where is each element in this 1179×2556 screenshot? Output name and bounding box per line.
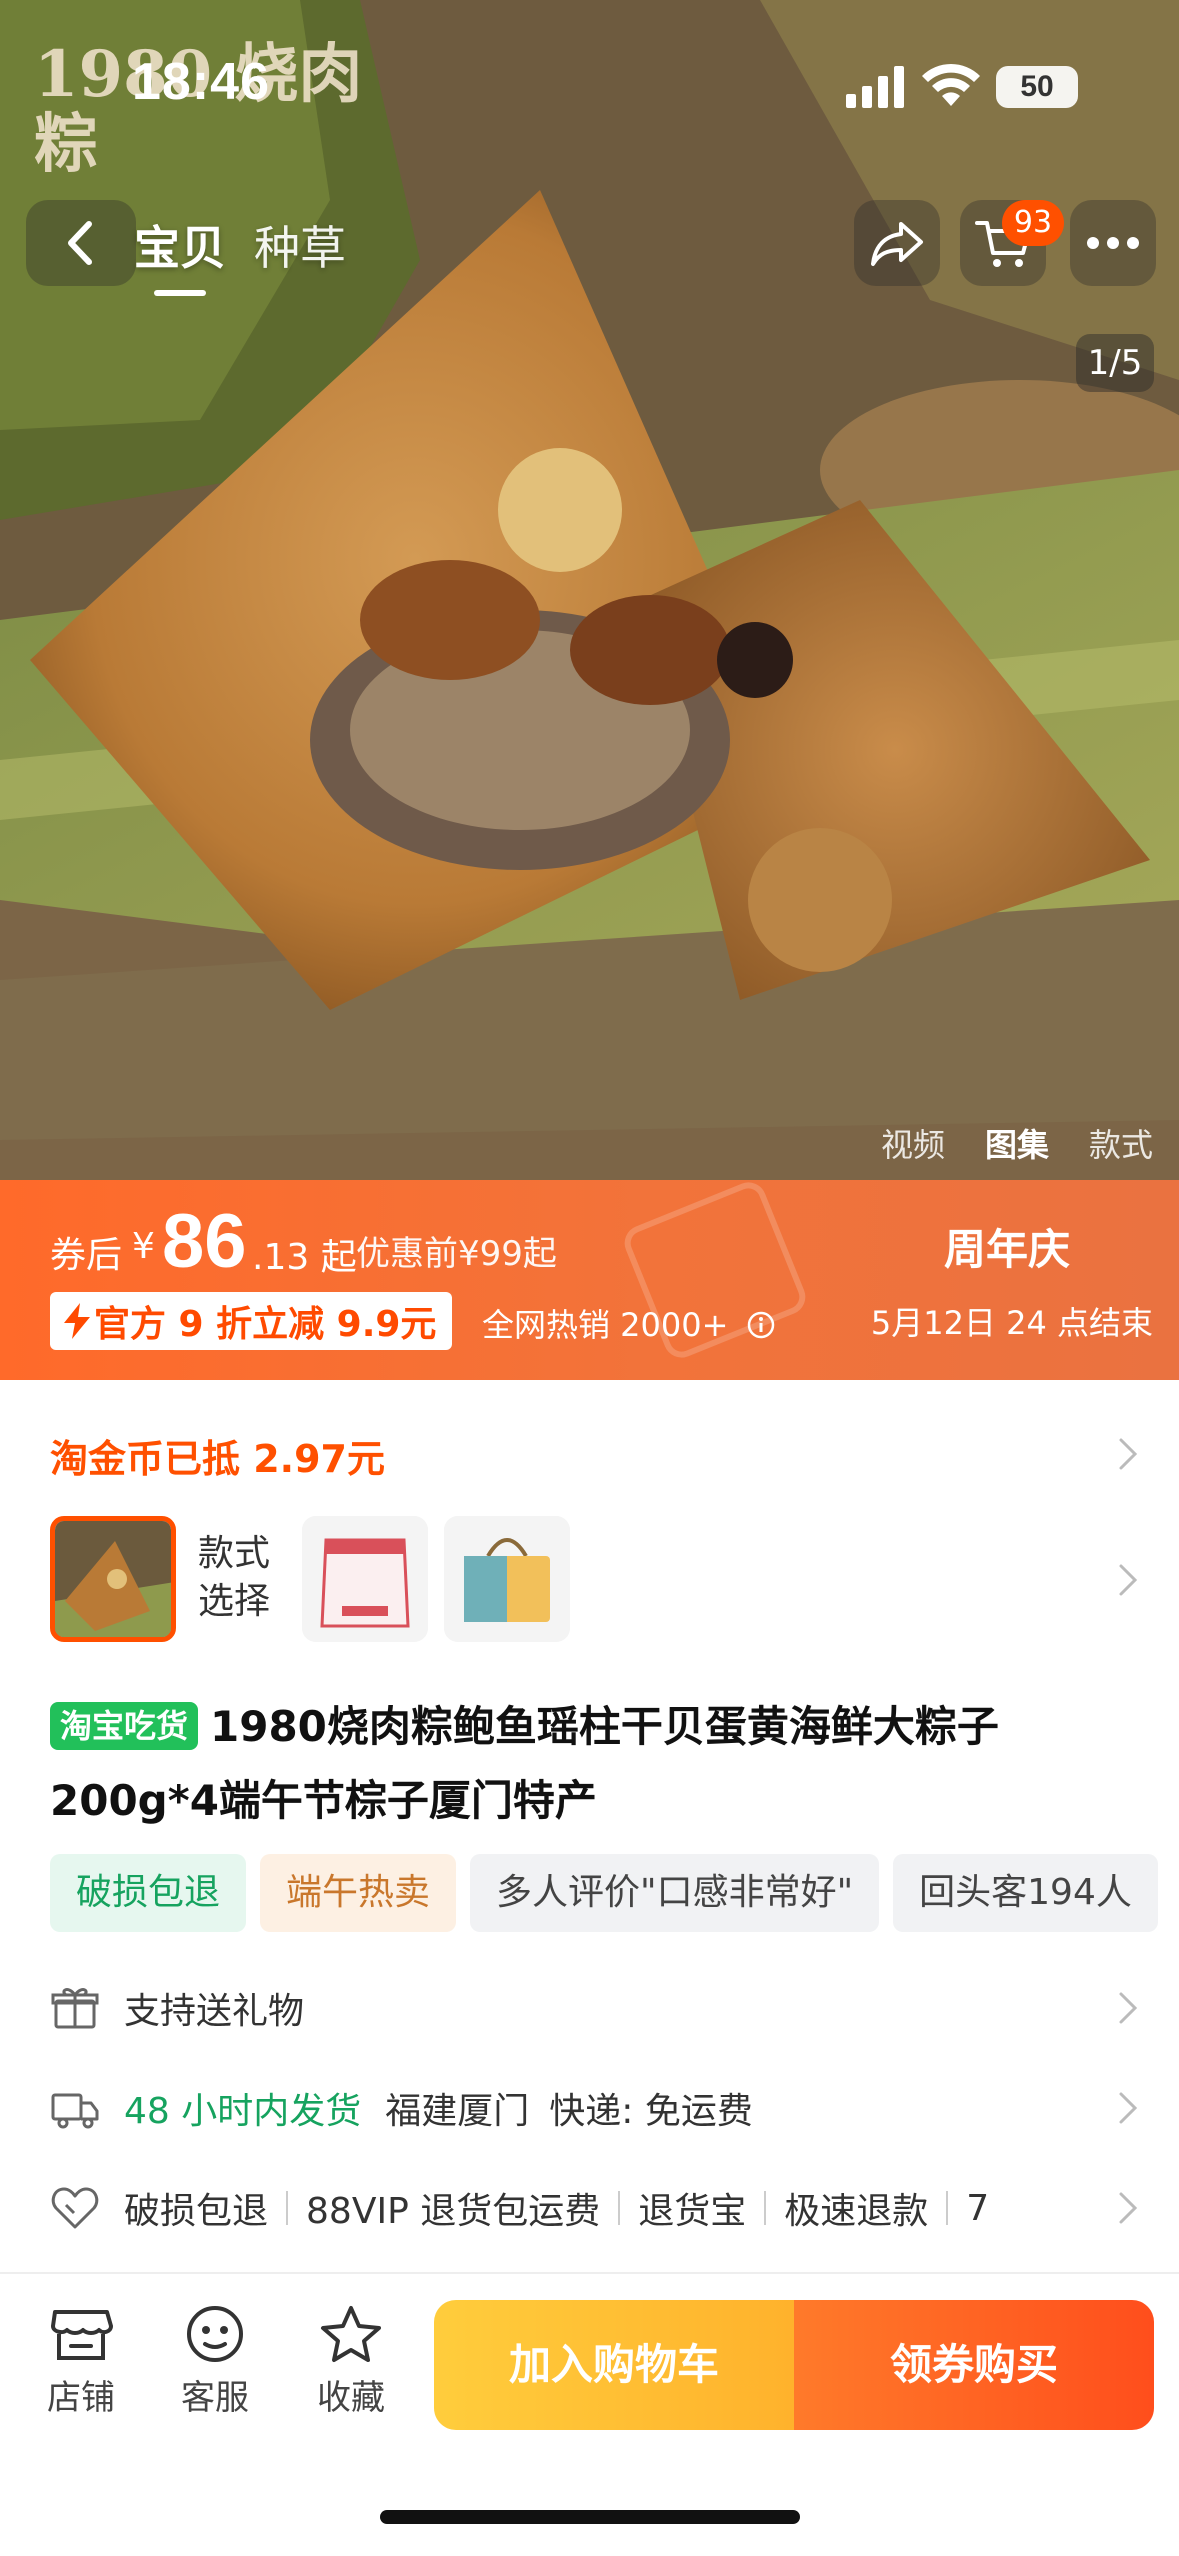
info-icon[interactable] xyxy=(747,1311,775,1339)
favorite-button[interactable]: 收藏 xyxy=(296,2304,406,2419)
media-tab-gallery[interactable]: 图集 xyxy=(985,1120,1049,1166)
chevron-left-icon xyxy=(68,221,92,265)
favorite-label: 收藏 xyxy=(317,2378,385,2418)
chip-damage-refund[interactable]: 破损包退 xyxy=(50,1854,247,1932)
zongzi-thumbnail xyxy=(55,1521,171,1637)
divider xyxy=(764,2191,767,2225)
chevron-right-icon xyxy=(1119,2092,1138,2124)
more-dots-icon xyxy=(1087,237,1139,249)
image-page-indicator: 1/5 xyxy=(1076,334,1154,392)
customer-service-label: 客服 xyxy=(181,2378,249,2418)
divider xyxy=(286,2191,289,2225)
product-highlight-chips: 破损包退 端午热卖 多人评价"口感非常好" 回头客194人 xyxy=(50,1854,1179,1934)
status-bar: 18:46 50 xyxy=(0,0,1179,150)
chip-dragon-boat-hot[interactable]: 端午热卖 xyxy=(260,1854,457,1932)
style-select-label: 款式选择 xyxy=(198,1533,271,1622)
guarantee-88vip: 88VIP 退货包运费 xyxy=(306,2191,601,2232)
chevron-right-icon xyxy=(1119,1992,1138,2024)
back-button[interactable] xyxy=(26,200,136,286)
shipping-row[interactable]: 48 小时内发货 福建厦门 快递: 免运费 xyxy=(50,2078,1140,2138)
claim-coupon-buy-button[interactable]: 领券购买 xyxy=(794,2300,1154,2430)
share-button[interactable] xyxy=(854,200,940,286)
guarantee-fast-refund: 极速退款 xyxy=(784,2191,929,2232)
guarantee-damage: 破损包退 xyxy=(124,2191,269,2232)
ship-fee: 快递: 免运费 xyxy=(549,2091,753,2132)
taobao-foodie-tag: 淘宝吃货 xyxy=(50,1701,199,1750)
price-integer: 86 xyxy=(162,1199,247,1284)
media-tab-video[interactable]: 视频 xyxy=(881,1120,945,1166)
guarantee-seven-day: 7 xyxy=(966,2187,990,2229)
cellular-signal-icon xyxy=(846,66,904,108)
media-tab-styles[interactable]: 款式 xyxy=(1089,1120,1153,1166)
after-coupon-label: 券后 xyxy=(50,1235,123,1276)
ship-time: 48 小时内发货 xyxy=(124,2091,362,2132)
share-icon xyxy=(871,222,923,266)
product-title-block: 淘宝吃货 1980烧肉粽鲍鱼瑶柱干贝蛋黄海鲜大粽子200g*4端午节棕子厦门特产 xyxy=(50,1690,1140,1838)
wifi-icon xyxy=(922,63,980,106)
store-icon xyxy=(51,2310,113,2360)
cart-count-badge: 93 xyxy=(1002,200,1064,246)
event-title: 周年庆 xyxy=(944,1225,1071,1274)
chip-repeat-customers[interactable]: 回头客194人 xyxy=(893,1854,1158,1932)
sales-count: 全网热销 2000+ xyxy=(482,1300,775,1346)
store-label: 店铺 xyxy=(47,2378,115,2418)
event-end-time: 5月12日 24 点结束 xyxy=(870,1304,1153,1342)
product-bag-thumbnail xyxy=(302,1516,428,1642)
chevron-right-icon xyxy=(1119,1564,1138,1596)
style-thumb-giftbox[interactable] xyxy=(444,1516,570,1642)
status-time: 18:46 xyxy=(132,53,270,111)
official-discount-badge[interactable]: 官方 9 折立减 9.9元 xyxy=(50,1292,453,1350)
style-selector[interactable]: 款式选择 xyxy=(50,1516,1130,1646)
divider xyxy=(618,2191,621,2225)
product-image-carousel[interactable]: 1980 烧肉粽 18:46 50 宝贝 种草 93 1/5 视频 图集 款式 xyxy=(0,0,1179,1180)
star-icon xyxy=(321,2306,381,2362)
chevron-right-icon xyxy=(1119,1438,1138,1470)
chevron-right-icon xyxy=(1119,2192,1138,2224)
chip-review-summary[interactable]: 多人评价"口感非常好" xyxy=(470,1854,880,1932)
tab-recommend[interactable]: 种草 xyxy=(254,212,346,278)
style-thumb-bag[interactable] xyxy=(302,1516,428,1642)
battery-indicator: 50 xyxy=(996,66,1078,108)
gift-box-thumbnail xyxy=(444,1516,570,1642)
home-indicator xyxy=(380,2510,800,2524)
style-thumb-selected[interactable] xyxy=(50,1516,176,1642)
official-discount-text: 官方 9 折立减 9.9元 xyxy=(94,1304,437,1345)
currency-symbol: ¥ xyxy=(132,1226,155,1267)
price-before-discount: 优惠前¥99起 xyxy=(356,1234,557,1274)
tab-item-detail[interactable]: 宝贝 xyxy=(134,212,226,296)
media-tabs: 视频 图集 款式 xyxy=(881,1120,1153,1166)
customer-service-icon xyxy=(187,2306,243,2362)
price-banner: 券后 ¥ 86 .13 起 优惠前¥99起 官方 9 折立减 9.9元 全网热销… xyxy=(0,1180,1179,1380)
heart-shield-icon xyxy=(51,2187,99,2229)
ship-from: 福建厦门 xyxy=(385,2091,530,2132)
store-button[interactable]: 店铺 xyxy=(26,2304,136,2419)
customer-service-button[interactable]: 客服 xyxy=(160,2304,270,2419)
divider xyxy=(946,2191,949,2225)
lightning-icon xyxy=(64,1303,90,1339)
gift-icon xyxy=(51,1988,99,2029)
more-button[interactable] xyxy=(1070,200,1156,286)
guarantee-row[interactable]: 破损包退 88VIP 退货包运费 退货宝 极速退款 7 xyxy=(50,2178,1140,2238)
gift-support-row[interactable]: 支持送礼物 xyxy=(50,1978,1140,2038)
guarantee-return-insurance: 退货宝 xyxy=(638,2191,747,2232)
price-decimal: .13 起 xyxy=(252,1237,357,1278)
taojinbi-deduction[interactable]: 淘金币已抵 2.97元 xyxy=(50,1428,385,1483)
gift-support-text: 支持送礼物 xyxy=(124,1991,305,2032)
delivery-truck-icon xyxy=(51,2093,99,2129)
add-to-cart-button[interactable]: 加入购物车 xyxy=(434,2300,794,2430)
